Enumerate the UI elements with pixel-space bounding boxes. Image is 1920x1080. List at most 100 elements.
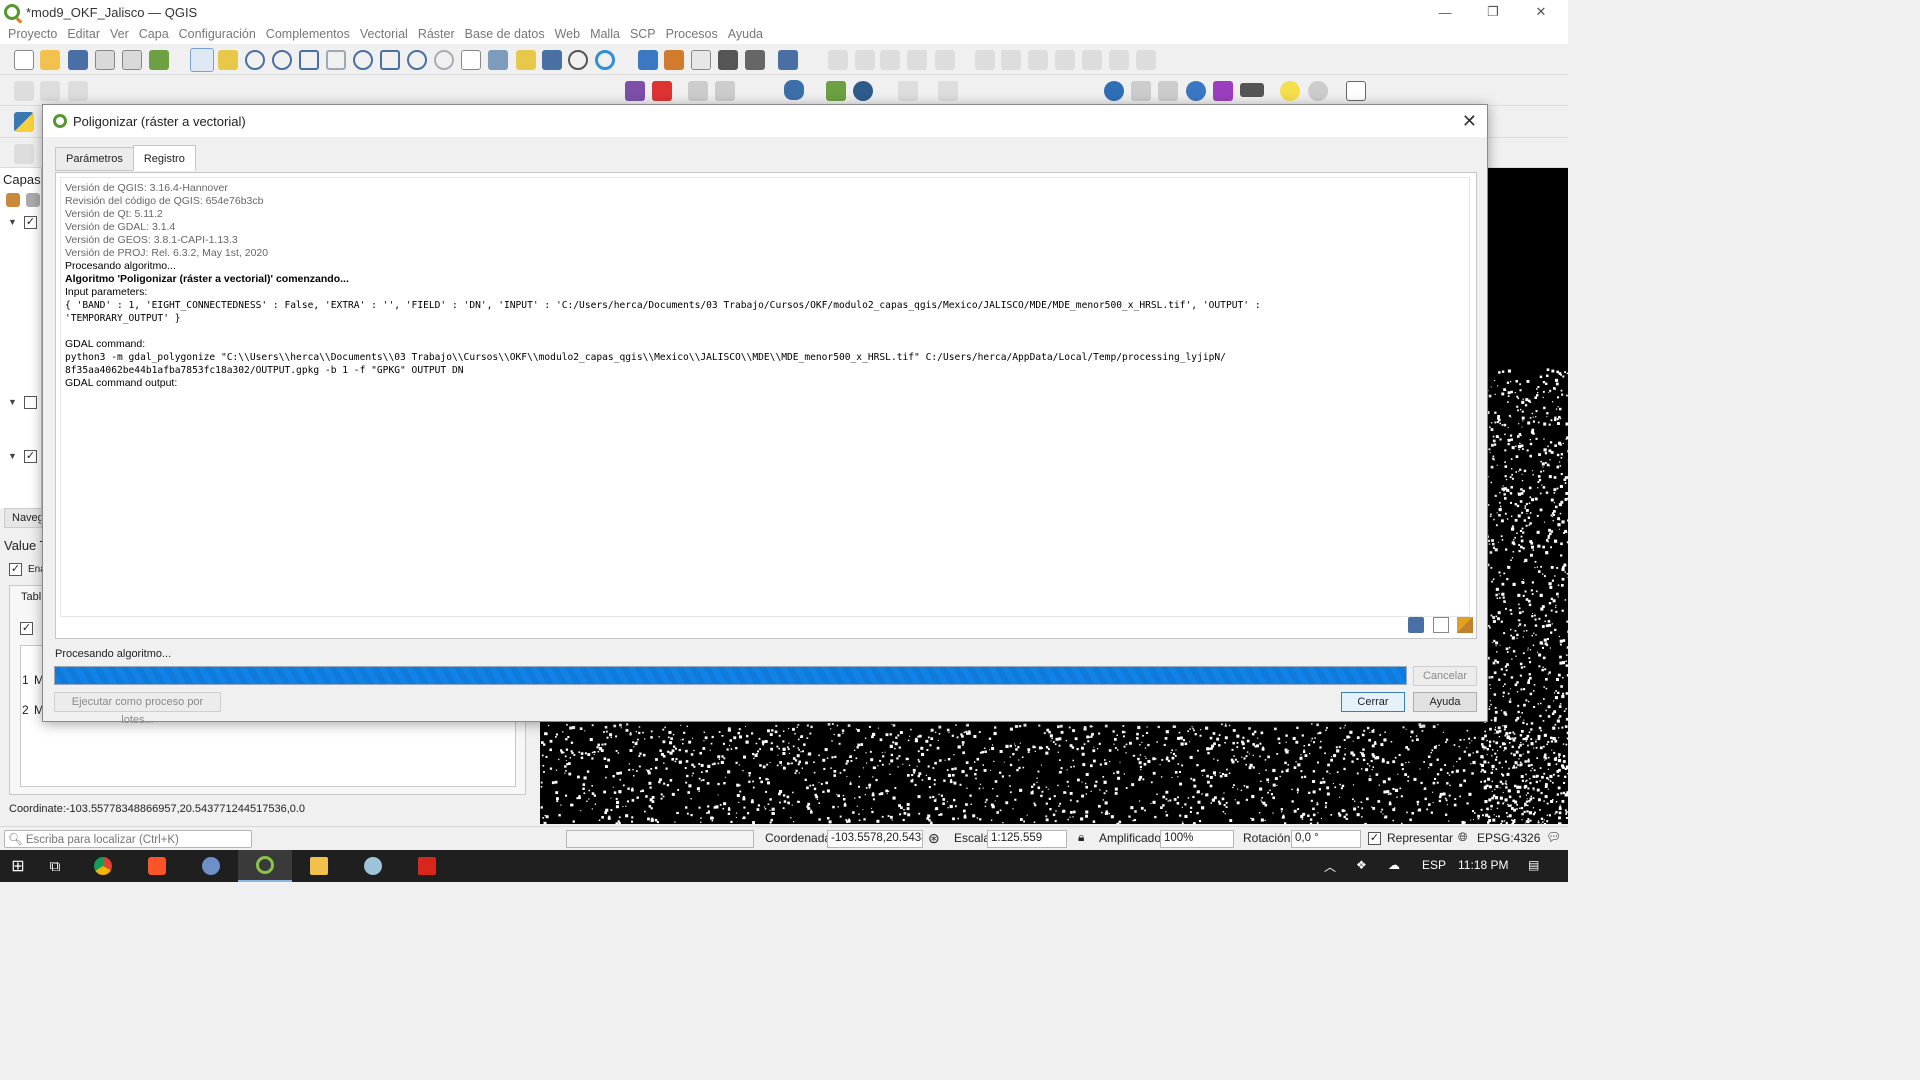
current-edits-icon[interactable] (828, 50, 848, 70)
vertex-tool-icon[interactable] (935, 50, 955, 70)
menu-proyecto[interactable]: Proyecto (8, 27, 57, 41)
cancel-button[interactable]: Cancelar (1413, 666, 1477, 686)
crs-button[interactable]: EPSG:4326 (1477, 831, 1540, 845)
menu-procesos[interactable]: Procesos (666, 27, 718, 41)
add-group-icon[interactable] (26, 193, 40, 207)
r-icon[interactable] (184, 850, 238, 882)
menu-raster[interactable]: Ráster (418, 27, 455, 41)
identify-icon[interactable] (1104, 81, 1124, 101)
layer-style-icon[interactable] (6, 193, 20, 207)
enable-checkbox[interactable]: ✓ (9, 563, 22, 576)
menu-scp[interactable]: SCP (630, 27, 656, 41)
paste-features-icon[interactable] (1082, 50, 1102, 70)
minimize-button[interactable]: — (1422, 0, 1468, 24)
language-indicator[interactable]: ESP (1422, 858, 1446, 872)
help-button[interactable]: Ayuda (1413, 692, 1477, 712)
label-abc-icon[interactable] (652, 81, 672, 101)
restore-button[interactable]: ❐ (1470, 0, 1516, 24)
scale-field[interactable]: 1:125.559 (987, 830, 1067, 848)
style-manager-icon[interactable] (149, 50, 169, 70)
copy-log-icon[interactable] (1433, 617, 1449, 633)
zoom-out-icon[interactable] (272, 50, 292, 70)
statistics-icon[interactable] (1213, 81, 1233, 101)
zoom-scale-icon[interactable] (1308, 81, 1328, 101)
database-icon[interactable] (784, 80, 804, 100)
magnifier-field[interactable]: 100% (1160, 830, 1234, 848)
copy-features-icon[interactable] (1055, 50, 1075, 70)
save-log-icon[interactable] (1408, 617, 1424, 633)
temporal-controller-icon[interactable] (568, 50, 588, 70)
pin-labels-icon[interactable] (688, 81, 708, 101)
rotation-field[interactable]: 0,0 ° (1291, 830, 1361, 848)
show-bookmarks-icon[interactable] (542, 50, 562, 70)
label-toolbar-icon[interactable] (625, 81, 645, 101)
lock-scale-icon[interactable]: 🔒︎ (1078, 830, 1084, 845)
brave-icon[interactable] (130, 850, 184, 882)
display-checkbox[interactable]: ✓ (20, 622, 33, 635)
chrome-icon[interactable] (76, 850, 130, 882)
virtual-layer-icon[interactable] (745, 50, 765, 70)
save-project-icon[interactable] (68, 50, 88, 70)
zoom-in-icon[interactable] (245, 50, 265, 70)
coordinate-field[interactable]: -103.5578,20.5438 (827, 830, 923, 848)
layer-2-checkbox[interactable] (24, 396, 37, 409)
clear-log-icon[interactable] (1457, 617, 1473, 633)
pan-map-icon[interactable] (190, 48, 214, 72)
add-feature-icon[interactable] (907, 50, 927, 70)
cut-features-icon[interactable] (1028, 50, 1048, 70)
menu-ver[interactable]: Ver (110, 27, 129, 41)
new-map-view-icon[interactable] (461, 50, 481, 70)
messages-icon[interactable]: 💬︎ (1546, 830, 1561, 844)
map-tips-icon[interactable] (1280, 81, 1300, 101)
data-source-manager-icon[interactable] (638, 50, 658, 70)
menu-vectorial[interactable]: Vectorial (360, 27, 408, 41)
zoom-last-icon[interactable] (407, 50, 427, 70)
zoom-selection-icon[interactable] (326, 50, 346, 70)
new-shapefile-icon[interactable] (691, 50, 711, 70)
new-bookmark-icon[interactable] (516, 50, 536, 70)
scp-triangle-icon[interactable] (826, 81, 846, 101)
processing-settings-icon[interactable] (1186, 81, 1206, 101)
delete-selected-icon[interactable] (1001, 50, 1021, 70)
acrobat-icon[interactable] (400, 850, 454, 882)
new-geopackage-icon[interactable] (664, 50, 684, 70)
expand-layer-2-icon[interactable]: ▼ (8, 397, 17, 407)
redo-icon[interactable] (1136, 50, 1156, 70)
refresh-icon[interactable] (595, 50, 615, 70)
file-explorer-icon[interactable] (292, 850, 346, 882)
tab-table[interactable]: Tabl (21, 591, 41, 603)
python-console-icon[interactable] (14, 112, 34, 132)
menu-base-de-datos[interactable]: Base de datos (465, 27, 545, 41)
new-print-layout-icon[interactable] (95, 50, 115, 70)
task-view-icon[interactable]: ⧉ (28, 850, 82, 882)
tab-registro[interactable]: Registro (132, 145, 196, 171)
layout-manager-icon[interactable] (122, 50, 142, 70)
close-button[interactable]: Cerrar (1341, 692, 1405, 712)
expand-layer-3-icon[interactable]: ▼ (8, 451, 17, 461)
digitize-shape-icon[interactable] (14, 81, 34, 101)
menu-configuracion[interactable]: Configuración (179, 27, 256, 41)
quickmap-icon[interactable] (853, 81, 873, 101)
menu-web[interactable]: Web (555, 27, 580, 41)
expand-layer-1-icon[interactable]: ▼ (8, 217, 17, 227)
tab-navegador[interactable]: Naveg (4, 508, 42, 528)
menu-editar[interactable]: Editar (67, 27, 100, 41)
measure-icon[interactable] (1240, 83, 1264, 97)
new-3d-view-icon[interactable] (488, 50, 508, 70)
rotate-feature-icon[interactable] (68, 81, 88, 101)
clock[interactable]: 11:18 PM (1458, 858, 1508, 872)
new-project-icon[interactable] (14, 50, 34, 70)
zoom-full-icon[interactable] (299, 50, 319, 70)
snipping-tool-icon[interactable] (346, 850, 400, 882)
field-calculator-icon[interactable] (1158, 81, 1178, 101)
zoom-layer-icon[interactable] (353, 50, 373, 70)
menu-malla[interactable]: Malla (590, 27, 620, 41)
attribute-table-icon[interactable] (1131, 81, 1151, 101)
dropbox-icon[interactable]: ❖ (1356, 858, 1367, 872)
zoom-next-icon[interactable] (434, 50, 454, 70)
zoom-native-icon[interactable] (380, 50, 400, 70)
pan-to-selection-icon[interactable] (218, 50, 238, 70)
toggle-editing-icon[interactable] (855, 50, 875, 70)
onedrive-icon[interactable]: ☁︎ (1388, 858, 1400, 872)
close-window-button[interactable]: ✕ (1518, 0, 1564, 24)
